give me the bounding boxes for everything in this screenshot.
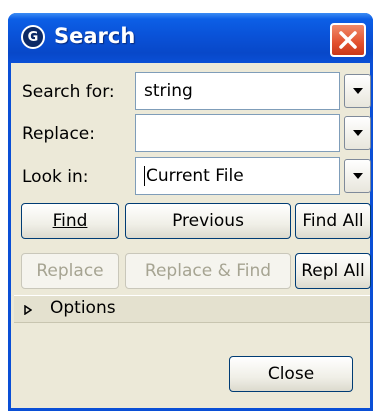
look-in-dropdown-button[interactable] [344,159,371,193]
close-button[interactable]: Close [229,356,353,392]
find-all-button-label: Find All [302,211,364,231]
find-button-label: Find [52,211,88,231]
search-for-label: Search for: [22,82,115,102]
close-button-label: Close [267,364,315,384]
replace-dropdown-button[interactable] [344,116,371,150]
chevron-down-icon [352,173,363,179]
previous-button[interactable]: Previous [125,203,291,239]
chevron-down-icon [352,130,363,136]
previous-button-label: Previous [172,211,244,231]
replace-all-button-label: Repl All [301,261,365,281]
close-window-button[interactable] [330,23,366,57]
replace-and-find-button-label: Replace & Find [144,261,272,281]
search-dialog: G Search Search for: string Replace: Loo… [8,13,373,411]
search-for-dropdown-button[interactable] [344,74,371,108]
replace-button-label: Replace [36,261,104,281]
replace-field[interactable] [135,114,340,152]
look-in-label: Look in: [22,167,89,187]
replace-button[interactable]: Replace [21,253,119,289]
replace-label: Replace: [22,124,95,144]
look-in-value: Current File [146,166,244,186]
expand-triangle-icon [24,305,32,315]
search-for-field[interactable]: string [135,72,340,110]
find-button[interactable]: Find [21,203,119,239]
app-icon-letter: G [27,29,39,45]
search-for-value: string [144,81,193,101]
app-icon: G [21,25,45,49]
text-caret [144,166,145,186]
titlebar[interactable]: G Search [8,13,373,63]
options-expander[interactable]: Options [14,295,370,323]
chevron-down-icon [352,88,363,94]
find-all-button[interactable]: Find All [295,203,371,239]
look-in-field[interactable]: Current File [135,157,340,195]
options-label: Options [50,298,116,318]
replace-all-button[interactable]: Repl All [295,253,371,289]
replace-and-find-button[interactable]: Replace & Find [125,253,291,289]
window-title: Search [54,24,136,48]
close-icon [339,31,357,49]
